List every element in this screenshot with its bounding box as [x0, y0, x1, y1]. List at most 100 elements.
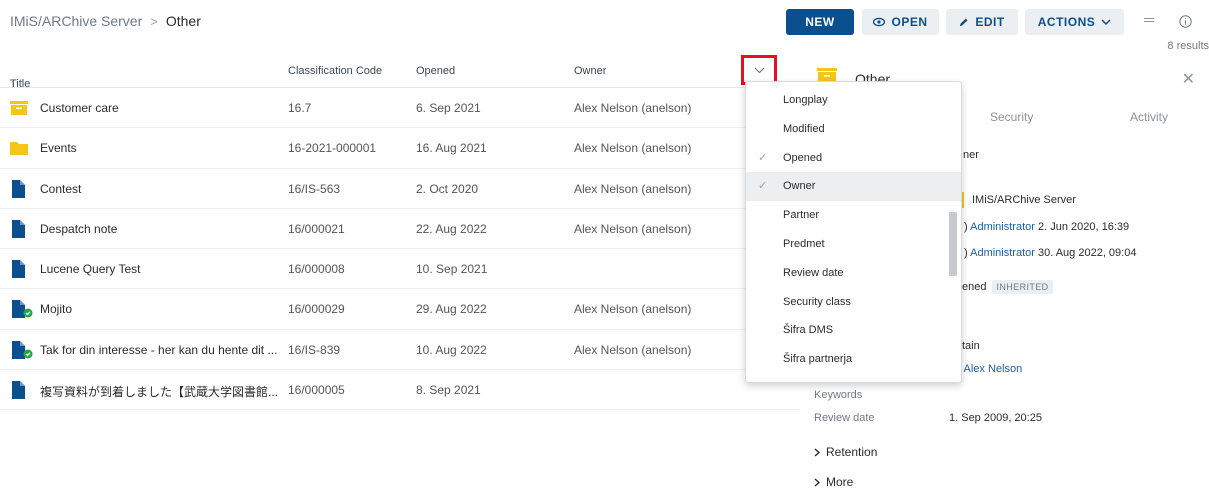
tab-security[interactable]: Security	[990, 110, 1033, 124]
row-classification-code: 16/IS-563	[288, 181, 341, 196]
chevron-down-icon	[754, 67, 764, 73]
retain-fragment: tain	[962, 340, 980, 352]
header-opened[interactable]: Opened	[416, 65, 455, 77]
row-title: 複写資料が到着しました【武蔵大学図書館...	[40, 385, 279, 400]
row-title: Tak for din interesse - her kan du hente…	[40, 342, 278, 357]
edit-button[interactable]: EDIT	[946, 9, 1018, 35]
owner-fragment: ner	[963, 149, 979, 161]
menu-scrollbar[interactable]	[949, 212, 957, 276]
breadcrumb: IMiS/ARChive Server > Other	[10, 13, 201, 29]
table-row[interactable]: Tak for din interesse - her kan du hente…	[0, 330, 800, 371]
column-menu-item-label: Longplay	[783, 94, 828, 106]
table-row[interactable]: Mojito 16/000029 29. Aug 2022 Alex Nelso…	[0, 289, 800, 330]
row-owner: Alex Nelson (anelson)	[574, 181, 692, 196]
column-menu: Longplay Modified ✓ Opened ✓ Owner Partner Pred…	[745, 81, 962, 383]
actions-label: ACTIONS	[1037, 15, 1096, 29]
actions-button[interactable]: ACTIONS	[1025, 9, 1124, 35]
row-opened: 16. Aug 2021	[416, 141, 487, 156]
table-row[interactable]: Customer care 16.7 6. Sep 2021 Alex Nels…	[0, 88, 800, 129]
column-menu-item[interactable]: Predmet	[746, 230, 961, 259]
document-icon	[10, 260, 28, 279]
column-menu-item[interactable]: Partner	[746, 201, 961, 230]
column-menu-item[interactable]: ✓ Owner	[746, 172, 961, 202]
retention-expander[interactable]: Retention	[814, 445, 877, 459]
created-at: 2. Jun 2020, 16:39	[1037, 221, 1130, 233]
row-classification-code: 16/000005	[288, 383, 345, 398]
tab-activity[interactable]: Activity	[1130, 110, 1168, 124]
modified-at: 30. Aug 2022, 09:04	[1037, 247, 1137, 259]
column-menu-item-label: Opened	[783, 151, 823, 164]
document-check-icon	[10, 340, 33, 359]
open-button[interactable]: OPEN	[862, 9, 939, 35]
chevron-right-icon	[814, 447, 820, 457]
status-badge: INHERITED	[992, 280, 1053, 294]
breadcrumb-separator: >	[150, 13, 158, 29]
row-title: Lucene Query Test	[40, 262, 141, 277]
row-opened: 6. Sep 2021	[416, 101, 481, 115]
row-opened: 29. Aug 2022	[416, 302, 487, 317]
column-menu-item-label: Predmet	[783, 237, 825, 250]
row-owner: Alex Nelson (anelson)	[574, 302, 692, 317]
column-menu-item-label: Review date	[783, 266, 844, 279]
person-link[interactable]: . Alex Nelson	[958, 363, 1022, 375]
row-opened: 2. Oct 2020	[416, 181, 479, 196]
row-title: Customer care	[40, 101, 119, 115]
records-table: Title ↑ Classification Code Opened Owner…	[0, 52, 800, 411]
new-button[interactable]: NEW	[786, 9, 854, 35]
row-title: Mojito	[40, 302, 73, 317]
more-expander[interactable]: More	[814, 475, 853, 488]
table-row[interactable]: Lucene Query Test 16/000008 10. Sep 2021	[0, 249, 800, 290]
created-by-link[interactable]: Administrator	[970, 221, 1035, 233]
eye-icon	[873, 17, 886, 27]
header-classification-code[interactable]: Classification Code	[288, 65, 382, 77]
row-opened: 8. Sep 2021	[416, 383, 481, 398]
results-count: 8 results	[1167, 40, 1209, 52]
row-title: Contest	[40, 181, 82, 196]
column-menu-item-label: Security class	[783, 295, 851, 308]
check-icon: ✓	[758, 180, 768, 193]
row-classification-code: 16/000029	[288, 302, 345, 317]
row-owner: Alex Nelson (anelson)	[574, 141, 692, 156]
column-menu-item[interactable]: Security class	[746, 288, 961, 317]
column-menu-item[interactable]: Longplay	[746, 86, 961, 115]
list-view-icon[interactable]	[1140, 12, 1158, 30]
column-menu-item[interactable]: Review date	[746, 259, 961, 288]
more-label: More	[826, 475, 854, 488]
table-row[interactable]: 複写資料が到着しました【武蔵大学図書館... 16/000005 8. Sep …	[0, 370, 800, 411]
row-opened: 10. Sep 2021	[416, 262, 488, 277]
column-menu-item[interactable]: ✓ Opened	[746, 144, 961, 173]
column-menu-item[interactable]: Modified	[746, 115, 961, 144]
row-opened: 10. Aug 2022	[416, 342, 487, 357]
location-value: IMiS/ARChive Server	[972, 194, 1076, 206]
row-classification-code: 16/IS-839	[288, 342, 341, 357]
document-check-icon	[10, 300, 33, 319]
document-icon	[10, 381, 28, 400]
box-folder-icon	[10, 99, 28, 117]
column-menu-item-label: Šifra DMS	[783, 324, 834, 337]
table-row[interactable]: Events 16-2021-000001 16. Aug 2021 Alex …	[0, 128, 800, 169]
close-icon[interactable]: ✕	[1182, 69, 1195, 89]
column-menu-item-label: Šifra partnerja	[783, 353, 853, 366]
row-title: Despatch note	[40, 221, 118, 236]
header-owner[interactable]: Owner	[574, 65, 606, 77]
column-menu-item-label: Owner	[783, 180, 816, 193]
keywords-label: Keywords	[814, 389, 863, 401]
column-menu-item[interactable]: Šifra DMS	[746, 316, 961, 345]
folder-icon	[10, 139, 28, 157]
row-classification-code: 16-2021-000001	[288, 141, 377, 156]
breadcrumb-current: Other	[165, 13, 201, 29]
table-row[interactable]: Despatch note 16/000021 22. Aug 2022 Ale…	[0, 209, 800, 250]
chevron-down-icon	[1101, 19, 1111, 25]
column-menu-item[interactable]: Šifra partnerja	[746, 345, 961, 374]
table-row[interactable]: Contest 16/IS-563 2. Oct 2020 Alex Nelso…	[0, 169, 800, 209]
row-owner: Alex Nelson (anelson)	[574, 342, 692, 357]
row-owner: Alex Nelson (anelson)	[574, 101, 692, 115]
table-header: Title ↑ Classification Code Opened Owner	[0, 52, 800, 90]
breadcrumb-root[interactable]: IMiS/ARChive Server	[10, 13, 142, 29]
column-menu-list: Longplay Modified ✓ Opened ✓ Owner Partner Pred…	[746, 86, 961, 374]
person-name: Alex Nelson	[963, 363, 1023, 375]
info-icon[interactable]	[1176, 12, 1194, 30]
row-classification-code: 16/000021	[288, 221, 345, 236]
modified-by-link[interactable]: Administrator	[970, 247, 1035, 259]
table-body: Customer care 16.7 6. Sep 2021 Alex Nels…	[0, 88, 800, 411]
